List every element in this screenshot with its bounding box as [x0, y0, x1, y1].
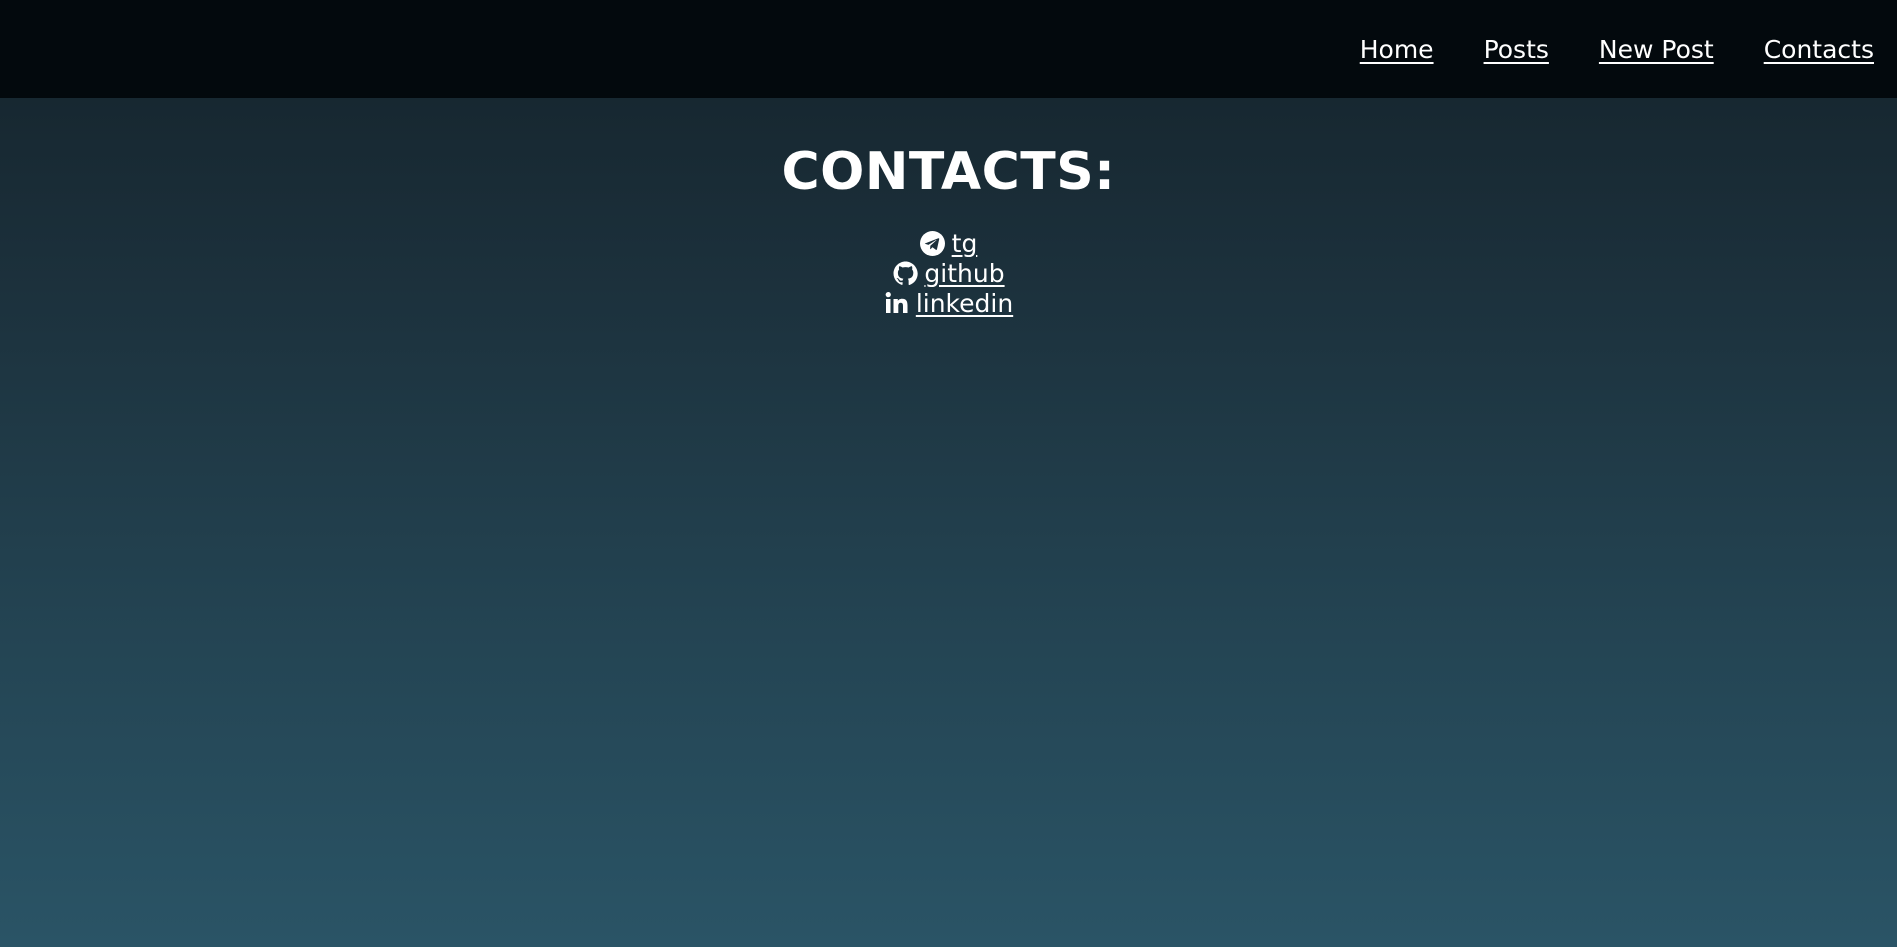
main-content: CONTACTS: tg github linkedin — [0, 142, 1897, 318]
contact-item-linkedin: linkedin — [884, 288, 1013, 318]
contact-link-tg[interactable]: tg — [952, 229, 978, 258]
nav-link-home[interactable]: Home — [1360, 35, 1434, 64]
nav-link-new-post[interactable]: New Post — [1599, 35, 1714, 64]
nav-link-posts[interactable]: Posts — [1484, 35, 1549, 64]
contact-link-linkedin[interactable]: linkedin — [916, 289, 1013, 318]
contact-item-github: github — [892, 258, 1005, 288]
main-nav: Home Posts New Post Contacts — [1310, 35, 1874, 64]
linkedin-icon — [884, 290, 910, 316]
contact-item-tg: tg — [920, 228, 978, 258]
page-title: CONTACTS: — [781, 142, 1116, 202]
github-icon — [892, 260, 918, 286]
top-navbar: Home Posts New Post Contacts — [0, 0, 1897, 98]
telegram-icon — [920, 230, 946, 256]
nav-link-contacts[interactable]: Contacts — [1764, 35, 1874, 64]
contact-link-github[interactable]: github — [924, 259, 1004, 288]
contact-list: tg github linkedin — [0, 228, 1897, 318]
